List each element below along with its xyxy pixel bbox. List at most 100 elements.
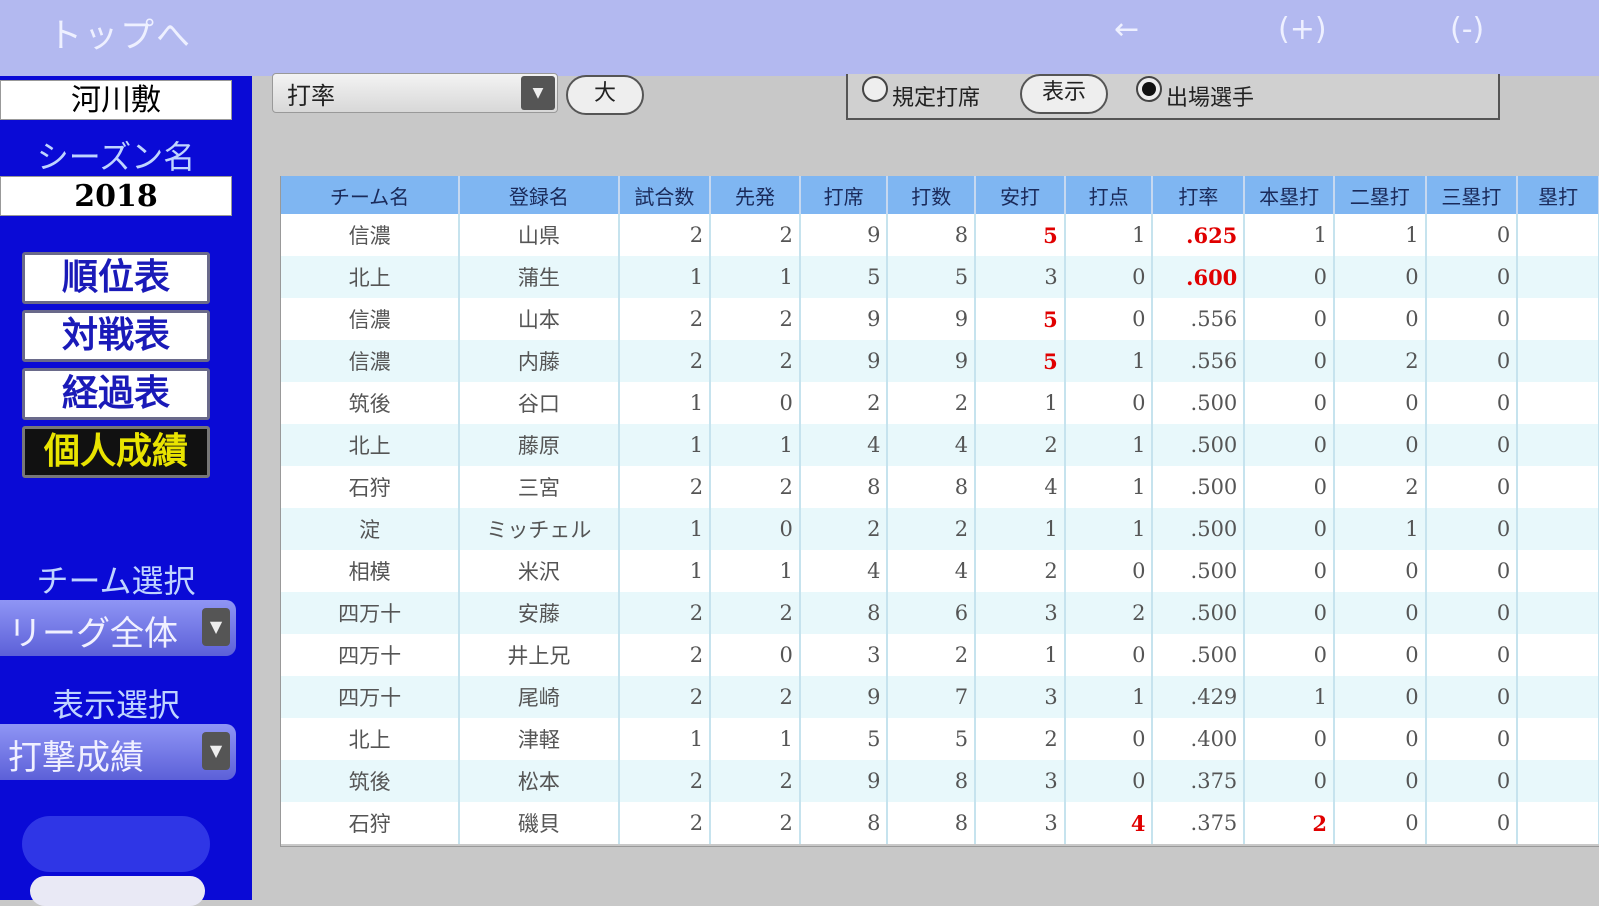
table-cell: 0 xyxy=(1244,718,1335,760)
table-row[interactable]: 信濃 内藤 2 2 9 9 5 1.556 0 2 0 xyxy=(281,340,1599,382)
table-row[interactable]: 筑後 谷口 1 0 2 2 1 0.500 0 0 0 xyxy=(281,382,1599,424)
table-cell xyxy=(1517,424,1599,466)
table-cell: 0 xyxy=(1425,256,1519,298)
column-header[interactable]: 塁打 xyxy=(1517,176,1599,214)
column-header[interactable]: 打席 xyxy=(799,176,889,214)
table-cell: 内藤 xyxy=(459,340,620,382)
table-cell: 2 xyxy=(618,214,712,256)
column-header[interactable]: チーム名 xyxy=(281,176,461,214)
qualified-radio[interactable] xyxy=(862,76,888,102)
table-cell: 4 xyxy=(975,466,1066,508)
table-cell: 5 xyxy=(799,256,889,298)
table-cell: .375 xyxy=(1152,760,1246,802)
table-cell: 1 xyxy=(710,424,801,466)
column-header[interactable]: 本塁打 xyxy=(1244,176,1335,214)
table-cell: 6 xyxy=(887,592,977,634)
zoom-out-button[interactable]: (-) xyxy=(1450,12,1484,47)
nav-schedule-button[interactable]: 対戦表 xyxy=(22,310,210,362)
table-cell: 井上兄 xyxy=(459,634,620,676)
table-cell: 2 xyxy=(975,424,1066,466)
table-row[interactable]: 北上 蒲生 1 1 5 5 3 0.600 0 0 0 xyxy=(281,256,1599,298)
table-row[interactable]: 北上 藤原 1 1 4 4 2 1.500 0 0 0 xyxy=(281,424,1599,466)
table-row[interactable]: 四万十 井上兄 2 0 3 2 1 0.500 0 0 0 xyxy=(281,634,1599,676)
table-row[interactable]: 石狩 磯貝 2 2 8 8 3 4.375 2 0 0 xyxy=(281,802,1599,844)
zoom-in-button[interactable]: (+) xyxy=(1278,12,1327,47)
table-cell: 0 xyxy=(1333,592,1427,634)
table-cell: 2 xyxy=(1244,802,1335,844)
table-cell: 0 xyxy=(1244,256,1335,298)
table-cell: 9 xyxy=(799,298,889,340)
table-row[interactable]: 淀ミッチェル 1 0 2 2 1 1.500 0 1 0 xyxy=(281,508,1599,550)
table-cell: 0 xyxy=(710,508,801,550)
table-row[interactable]: 筑後 松本 2 2 9 8 3 0.375 0 0 0 xyxy=(281,760,1599,802)
table-header-row: チーム名 登録名 試合数 先発 打席 打数 安打 打点 打率 本塁打 二塁打 三塁打 塁打 xyxy=(281,176,1599,214)
stats-table-container[interactable]: チーム名 登録名 試合数 先発 打席 打数 安打 打点 打率 本塁打 二塁打 三塁打 塁打 信濃 山県 2 2… xyxy=(280,176,1599,847)
column-header[interactable]: 安打 xyxy=(975,176,1066,214)
team-select[interactable]: リーグ全体 ▼ xyxy=(0,600,236,656)
table-row[interactable]: 石狩 三宮 2 2 8 8 4 1.500 0 2 0 xyxy=(281,466,1599,508)
table-cell: 0 xyxy=(1425,508,1519,550)
size-button[interactable]: 大 xyxy=(566,75,644,115)
table-cell: 3 xyxy=(975,802,1066,844)
nav-individual-stats-button[interactable]: 個人成績 xyxy=(22,426,210,478)
table-cell: 1 xyxy=(618,382,712,424)
view-select[interactable]: 打撃成績 ▼ xyxy=(0,724,236,780)
home-link[interactable]: トップへ xyxy=(48,8,192,57)
column-header[interactable]: 登録名 xyxy=(459,176,620,214)
table-cell xyxy=(1517,634,1599,676)
table-cell: 1 xyxy=(710,550,801,592)
table-cell: 4 xyxy=(1064,802,1154,844)
table-cell: 0 xyxy=(1244,508,1335,550)
nav-standings-button[interactable]: 順位表 xyxy=(22,252,210,304)
column-header[interactable]: 三塁打 xyxy=(1425,176,1519,214)
back-arrow-icon[interactable]: ← xyxy=(1114,12,1139,47)
table-cell: 信濃 xyxy=(281,340,461,382)
nav-progress-button[interactable]: 経過表 xyxy=(22,368,210,420)
table-cell: 北上 xyxy=(281,256,461,298)
table-cell: 2 xyxy=(1064,592,1154,634)
column-header[interactable]: 打率 xyxy=(1152,176,1246,214)
column-header[interactable]: 打数 xyxy=(887,176,977,214)
table-cell: 2 xyxy=(710,592,801,634)
table-row[interactable]: 信濃 山本 2 2 9 9 5 0.556 0 0 0 xyxy=(281,298,1599,340)
table-row[interactable]: 信濃 山県 2 2 9 8 5 1.625 1 1 0 xyxy=(281,214,1599,256)
table-row[interactable]: 相模 米沢 1 1 4 4 2 0.500 0 0 0 xyxy=(281,550,1599,592)
column-header[interactable]: 打点 xyxy=(1064,176,1154,214)
table-cell: 4 xyxy=(887,550,977,592)
table-cell: .500 xyxy=(1152,508,1246,550)
table-cell: 0 xyxy=(1333,676,1427,718)
table-row[interactable]: 四万十 尾崎 2 2 9 7 3 1.429 1 0 0 xyxy=(281,676,1599,718)
sort-stat-select[interactable]: 打率 ▼ xyxy=(272,73,558,113)
table-row[interactable]: 四万十 安藤 2 2 8 6 3 2.500 0 0 0 xyxy=(281,592,1599,634)
table-cell: 0 xyxy=(1244,340,1335,382)
table-cell: 1 xyxy=(618,718,712,760)
table-cell: 安藤 xyxy=(459,592,620,634)
table-cell: 4 xyxy=(799,424,889,466)
table-body: 信濃 山県 2 2 9 8 5 1.625 1 1 0 北上 蒲生 1 1 5 5 3 0.600 0 0 0 信濃 山本 2 2… xyxy=(281,214,1599,844)
table-cell: 0 xyxy=(710,382,801,424)
table-cell: .429 xyxy=(1152,676,1246,718)
column-header[interactable]: 先発 xyxy=(710,176,801,214)
column-header[interactable]: 二塁打 xyxy=(1333,176,1427,214)
table-cell xyxy=(1517,298,1599,340)
table-row[interactable]: 北上 津軽 1 1 5 5 2 0.400 0 0 0 xyxy=(281,718,1599,760)
table-cell: 5 xyxy=(975,340,1066,382)
column-header[interactable]: 試合数 xyxy=(618,176,712,214)
table-cell: .625 xyxy=(1152,214,1246,256)
show-button[interactable]: 表示 xyxy=(1020,74,1108,114)
table-cell: 2 xyxy=(887,508,977,550)
table-cell: 0 xyxy=(1333,760,1427,802)
table-cell: 0 xyxy=(1244,298,1335,340)
table-cell: 2 xyxy=(618,802,712,844)
all-players-radio[interactable] xyxy=(1136,76,1162,102)
table-cell: 山県 xyxy=(459,214,620,256)
sidebar-extra-button-2[interactable] xyxy=(30,876,205,906)
table-cell: 5 xyxy=(887,718,977,760)
sidebar-extra-button[interactable] xyxy=(22,816,210,872)
table-cell: 0 xyxy=(1064,382,1154,424)
table-cell: 1 xyxy=(1064,340,1154,382)
table-cell: 2 xyxy=(710,676,801,718)
table-cell: 8 xyxy=(887,214,977,256)
table-cell: .600 xyxy=(1152,256,1246,298)
table-cell: 1 xyxy=(710,718,801,760)
